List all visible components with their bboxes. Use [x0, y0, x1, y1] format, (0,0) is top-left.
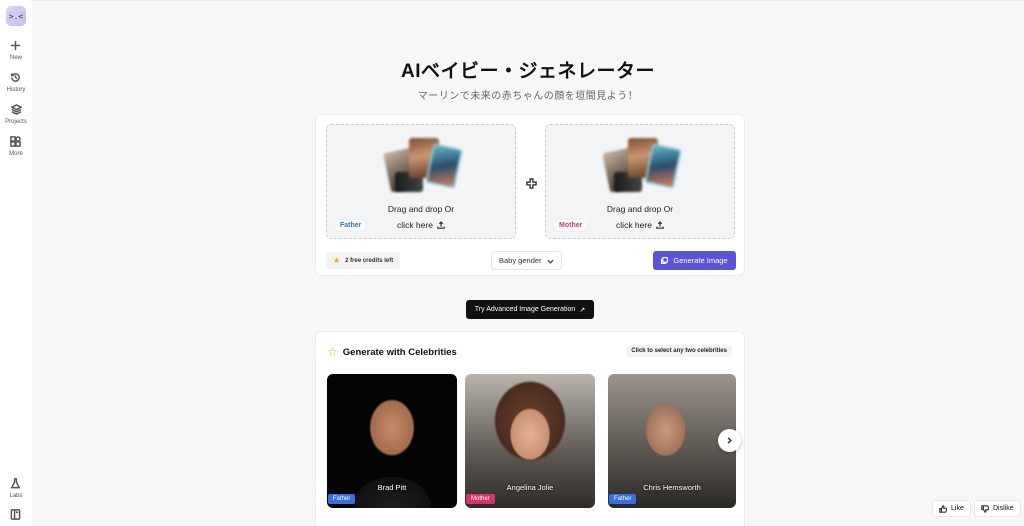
- sidebar-item-label: Labs: [9, 493, 23, 499]
- dropzone-text: Drag and drop Or: [606, 204, 674, 214]
- father-dropzone[interactable]: Drag and drop Or click here Father: [326, 124, 516, 239]
- sidebar-item-label: Projects: [5, 119, 27, 125]
- page-title: AIベイビー・ジェネレーター: [400, 61, 655, 82]
- plus-icon: [526, 176, 537, 189]
- carousel-next-button[interactable]: [718, 429, 741, 452]
- star-icon: ★: [333, 256, 341, 265]
- sidebar-item-label: More: [9, 151, 23, 157]
- celebrity-name: Brad Pitt: [377, 483, 407, 492]
- celebrity-card[interactable]: Chris Hemsworth Father: [608, 374, 736, 508]
- advanced-generation-button[interactable]: Try Advanced Image Generation ↗: [466, 300, 594, 319]
- chevron-right-icon: [727, 437, 732, 444]
- celebrity-name: Chris Hemsworth: [643, 483, 701, 492]
- celebrities-card: ☆ Generate with Celebrities Click to sel…: [315, 331, 745, 526]
- generate-image-button[interactable]: Generate Image: [653, 251, 736, 270]
- dislike-label: Dislike: [993, 505, 1014, 512]
- page-subtitle: マーリンで未来の赤ちゃんの顔を垣間見よう！: [417, 91, 639, 102]
- mother-badge: Mother: [554, 220, 588, 231]
- mother-badge: Mother: [466, 494, 495, 504]
- layers-icon: [10, 104, 22, 115]
- sidebar-item-book[interactable]: [10, 509, 21, 520]
- upload-card: Drag and drop Or click here Father Drag …: [315, 114, 745, 276]
- image-icon: [661, 257, 669, 264]
- celebrity-name: Angelina Jolie: [506, 483, 554, 492]
- celebrities-hint: Click to select any two celebrities: [626, 345, 732, 357]
- celebrities-title: Generate with Celebrities: [342, 346, 457, 358]
- generate-image-label: Generate Image: [673, 256, 728, 265]
- star-outline-icon: ☆: [327, 345, 338, 359]
- mother-dropzone[interactable]: Drag and drop Or click here Mother: [545, 124, 735, 239]
- baby-gender-select[interactable]: Baby gender: [491, 251, 562, 270]
- credits-text: 2 free credits left: [345, 257, 394, 264]
- celebrity-card[interactable]: Angelina Jolie Mother: [465, 374, 595, 508]
- click-here-label: click here: [616, 220, 652, 230]
- thumbs-up-icon: [939, 504, 947, 513]
- click-here-label: click here: [397, 220, 433, 230]
- like-label: Like: [951, 505, 964, 512]
- baby-gender-label: Baby gender: [499, 256, 542, 265]
- father-badge: Father: [609, 494, 637, 504]
- book-icon: [11, 509, 21, 520]
- advanced-generation-label: Try Advanced Image Generation: [474, 306, 576, 313]
- credits-badge: ★ 2 free credits left: [326, 252, 401, 269]
- like-button[interactable]: Like: [932, 500, 971, 517]
- sample-photos-illustration: [381, 136, 465, 198]
- top-divider: [32, 0, 1024, 1]
- dropzone-text: Drag and drop Or: [387, 204, 455, 214]
- flask-icon: [11, 478, 21, 489]
- sidebar-item-projects[interactable]: Projects: [5, 104, 27, 125]
- plus-icon: [11, 40, 21, 51]
- sidebar-item-labs[interactable]: Labs: [9, 478, 23, 499]
- upload-icon: [656, 221, 664, 229]
- father-badge: Father: [335, 220, 367, 231]
- dislike-button[interactable]: Dislike: [974, 500, 1021, 517]
- grid-icon: [10, 136, 22, 147]
- celebrities-header: ☆ Generate with Celebrities: [327, 345, 457, 359]
- sample-photos-illustration: [600, 136, 684, 198]
- sidebar-item-more[interactable]: More: [9, 136, 23, 157]
- celebrity-card[interactable]: Brad Pitt Father: [327, 374, 457, 508]
- arrow-up-right-icon: ↗: [579, 306, 586, 314]
- chevron-down-icon: [547, 259, 554, 264]
- thumbs-down-icon: [981, 504, 989, 513]
- app-logo[interactable]: >.<: [6, 6, 26, 26]
- upload-icon: [437, 221, 445, 229]
- father-badge: Father: [328, 494, 356, 504]
